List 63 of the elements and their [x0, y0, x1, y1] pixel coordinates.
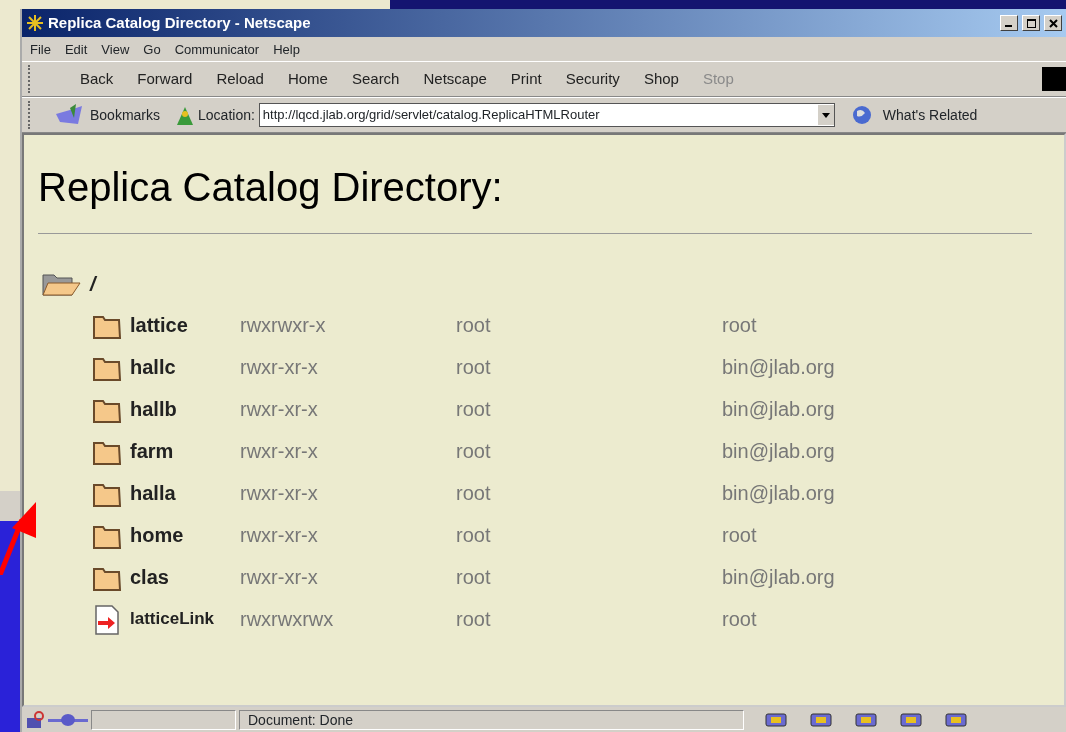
group-text: root — [722, 313, 757, 338]
toolbar-button[interactable]: Netscape — [411, 67, 499, 91]
permissions-text: rwxrwxr-x — [240, 313, 327, 338]
toolbar-button[interactable]: Forward — [125, 67, 205, 91]
menu-item[interactable]: Communicator — [174, 40, 260, 58]
url-field[interactable]: http://lqcd.jlab.org/grid/servlet/catalog.ReplicaHTMLRouter — [258, 103, 835, 127]
entry-name-link[interactable]: latticeLink — [130, 606, 240, 632]
group-text: bin@jlab.org — [722, 397, 835, 422]
toolbar-button[interactable]: Print — [498, 67, 554, 91]
owner-text: root — [456, 523, 492, 548]
menu-item[interactable]: Edit — [64, 40, 88, 58]
entry-name-link[interactable]: hallc — [130, 352, 240, 382]
permissions-text: rwxr-xr-x — [240, 565, 319, 590]
permissions-text: rwxr-xr-x — [240, 397, 319, 422]
owner-text: root — [456, 355, 492, 380]
menu-item[interactable]: Help — [273, 40, 300, 58]
owner-text: root — [456, 313, 492, 338]
whats-related-button[interactable]: What's Related — [882, 104, 978, 126]
location-label: Location: — [198, 105, 255, 125]
entry-name-link[interactable]: hallb — [130, 394, 240, 424]
entry-name-link[interactable]: farm — [130, 436, 240, 466]
group-text: bin@jlab.org — [722, 481, 835, 506]
entry-name-link[interactable]: lattice — [130, 310, 240, 340]
owner-text: root — [456, 397, 492, 422]
close-button[interactable] — [1044, 15, 1062, 31]
toolbar-button[interactable]: Security — [553, 67, 632, 91]
permissions-text: rwxr-xr-x — [240, 439, 319, 464]
group-text: root — [722, 607, 757, 632]
entry-name-link[interactable]: halla — [130, 478, 240, 508]
close-icon — [1048, 18, 1058, 28]
owner-text: root — [456, 607, 492, 632]
link-file-icon[interactable] — [92, 603, 122, 635]
maximize-button[interactable] — [1022, 15, 1040, 31]
group-text: root — [722, 523, 757, 548]
minimize-button[interactable] — [1000, 15, 1018, 31]
bookmarks-button[interactable]: Bookmarks — [90, 104, 161, 126]
status-text: Document: Done — [239, 709, 744, 730]
maximize-icon — [1026, 18, 1036, 28]
group-text: bin@jlab.org — [722, 355, 835, 380]
menu-item[interactable]: Go — [143, 40, 161, 58]
toolbar-button[interactable]: Search — [339, 67, 412, 91]
lock-icon[interactable] — [25, 709, 45, 730]
toolbar-button[interactable]: Back — [68, 67, 126, 91]
toolbar-button[interactable]: Home — [275, 67, 340, 91]
group-text: bin@jlab.org — [722, 439, 835, 464]
owner-text: root — [456, 481, 492, 506]
group-text: bin@jlab.org — [722, 565, 835, 590]
root-path-link[interactable]: / — [90, 269, 96, 299]
entry-name-link[interactable]: clas — [130, 562, 240, 592]
open-folder-icon — [42, 271, 82, 297]
permissions-text: rwxr-xr-x — [240, 523, 319, 548]
window-title: Replica Catalog Directory - Netscape — [48, 12, 312, 33]
menu-item[interactable]: View — [101, 40, 130, 58]
entry-name-link[interactable]: home — [130, 520, 240, 550]
menu-item[interactable]: File — [30, 40, 51, 58]
owner-text: root — [456, 439, 492, 464]
permissions-text: rwxr-xr-x — [240, 481, 319, 506]
owner-text: root — [456, 565, 492, 590]
permissions-text: rwxrwxrwx — [240, 607, 335, 632]
page-heading: Replica Catalog Directory: — [38, 164, 504, 211]
toolbar-button[interactable]: Shop — [631, 67, 691, 91]
toolbar-button[interactable]: Reload — [204, 67, 276, 91]
permissions-text: rwxr-xr-x — [240, 355, 319, 380]
